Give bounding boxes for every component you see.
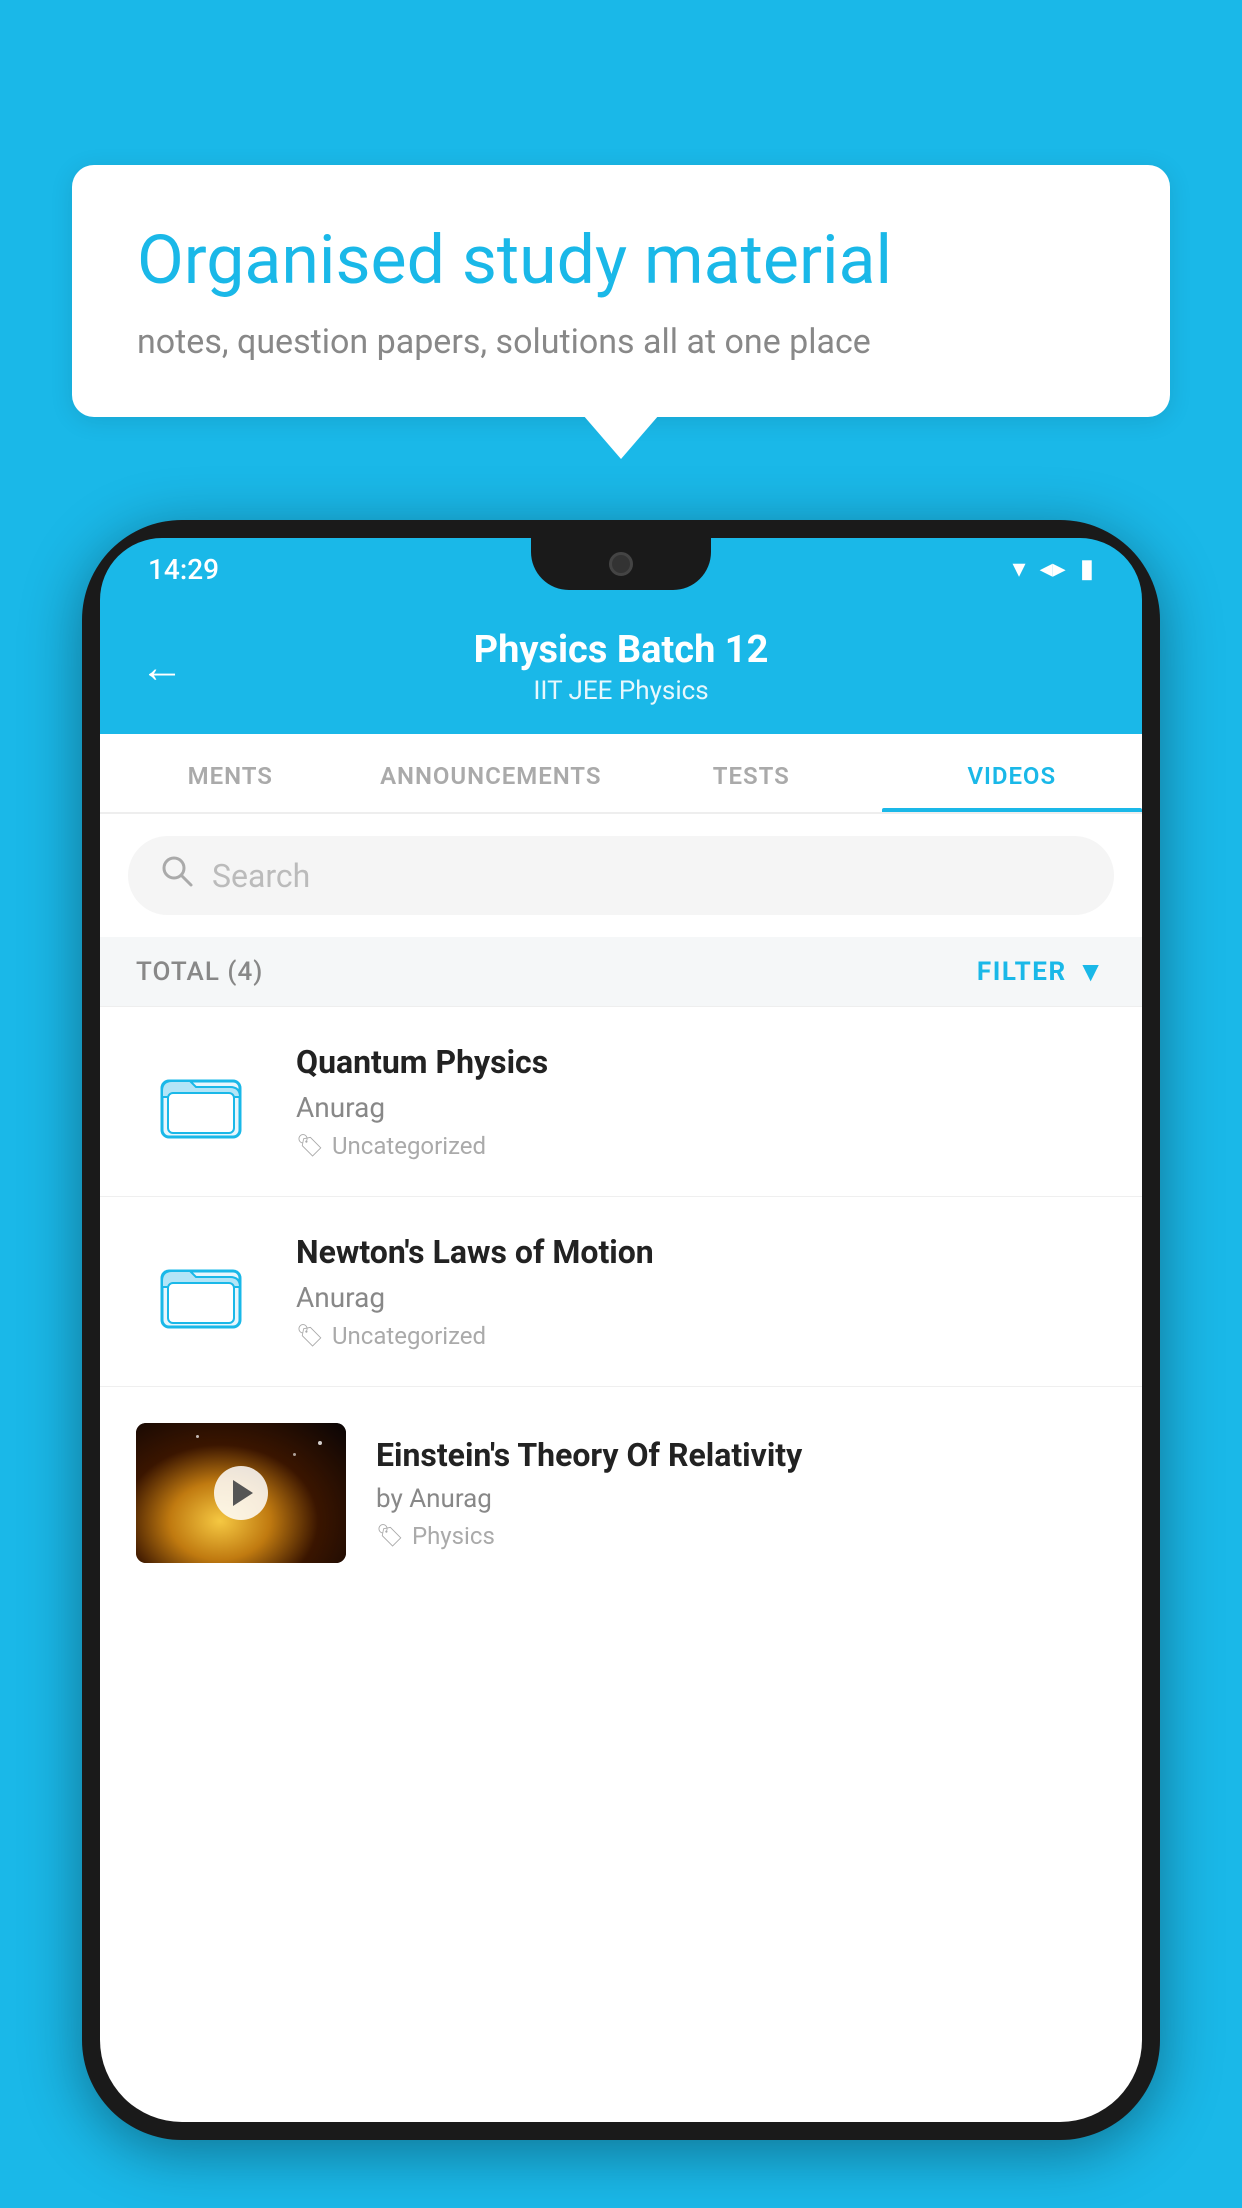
- list-item[interactable]: Einstein's Theory Of Relativity by Anura…: [100, 1387, 1142, 1583]
- camera-icon: [609, 552, 633, 576]
- tabs-bar: MENTS ANNOUNCEMENTS TESTS VIDEOS: [100, 734, 1142, 814]
- video-title: Newton's Laws of Motion: [296, 1233, 1106, 1271]
- filter-row: TOTAL (4) FILTER ▼: [100, 937, 1142, 1007]
- video-thumbnail: [136, 1423, 346, 1563]
- wifi-icon: ▾: [1013, 554, 1026, 584]
- folder-icon-wrap: [136, 1237, 266, 1347]
- header-title-block: Physics Batch 12 IIT JEE Physics: [212, 628, 1030, 706]
- play-button[interactable]: [214, 1466, 268, 1520]
- battery-icon: ▮: [1080, 554, 1094, 584]
- bubble-title: Organised study material: [137, 220, 1105, 300]
- video-list: Quantum Physics Anurag 🏷 Uncategorized: [100, 1007, 1142, 1583]
- video-author: Anurag: [296, 1281, 1106, 1314]
- header-subtitle: IIT JEE Physics: [212, 676, 1030, 706]
- video-tag: 🏷 Uncategorized: [296, 1322, 1106, 1350]
- filter-label: FILTER: [977, 957, 1067, 987]
- play-triangle-icon: [233, 1480, 253, 1506]
- tag-icon: 🏷: [376, 1524, 404, 1549]
- phone-container: 14:29 ▾ ◂▸ ▮ ← Physics Batch 12 IIT JEE …: [82, 520, 1160, 2208]
- speech-bubble: Organised study material notes, question…: [72, 165, 1170, 417]
- video-title: Quantum Physics: [296, 1043, 1106, 1081]
- tag-icon: 🏷: [296, 1134, 324, 1159]
- app-header: ← Physics Batch 12 IIT JEE Physics: [100, 600, 1142, 734]
- search-icon: [160, 854, 194, 897]
- video-info: Einstein's Theory Of Relativity by Anura…: [376, 1436, 1106, 1550]
- bubble-subtitle: notes, question papers, solutions all at…: [137, 322, 1105, 362]
- search-bar-wrap: Search: [100, 814, 1142, 937]
- total-count: TOTAL (4): [136, 957, 263, 987]
- tab-tests[interactable]: TESTS: [621, 734, 882, 812]
- search-bar[interactable]: Search: [128, 836, 1114, 915]
- status-icons: ▾ ◂▸ ▮: [1013, 554, 1094, 584]
- status-time: 14:29: [148, 553, 219, 586]
- folder-icon-wrap: [136, 1047, 266, 1157]
- video-tag: 🏷 Uncategorized: [296, 1132, 1106, 1160]
- phone-notch: [531, 538, 711, 590]
- video-title: Einstein's Theory Of Relativity: [376, 1436, 1106, 1474]
- video-info: Newton's Laws of Motion Anurag 🏷 Uncateg…: [296, 1233, 1106, 1350]
- video-author: by Anurag: [376, 1484, 1106, 1514]
- tag-icon: 🏷: [296, 1324, 324, 1349]
- video-author: Anurag: [296, 1091, 1106, 1124]
- search-placeholder: Search: [212, 857, 310, 895]
- tab-videos[interactable]: VIDEOS: [882, 734, 1143, 812]
- signal-icon: ◂▸: [1040, 554, 1066, 584]
- video-tag: 🏷 Physics: [376, 1522, 1106, 1550]
- back-button[interactable]: ←: [140, 645, 184, 689]
- tab-announcements[interactable]: ANNOUNCEMENTS: [361, 734, 622, 812]
- list-item[interactable]: Quantum Physics Anurag 🏷 Uncategorized: [100, 1007, 1142, 1197]
- filter-funnel-icon: ▼: [1077, 955, 1106, 988]
- tab-ments[interactable]: MENTS: [100, 734, 361, 812]
- header-title: Physics Batch 12: [212, 628, 1030, 672]
- video-info: Quantum Physics Anurag 🏷 Uncategorized: [296, 1043, 1106, 1160]
- list-item[interactable]: Newton's Laws of Motion Anurag 🏷 Uncateg…: [100, 1197, 1142, 1387]
- app-screen: ← Physics Batch 12 IIT JEE Physics MENTS…: [100, 600, 1142, 2122]
- phone-frame: 14:29 ▾ ◂▸ ▮ ← Physics Batch 12 IIT JEE …: [82, 520, 1160, 2140]
- filter-button[interactable]: FILTER ▼: [977, 955, 1106, 988]
